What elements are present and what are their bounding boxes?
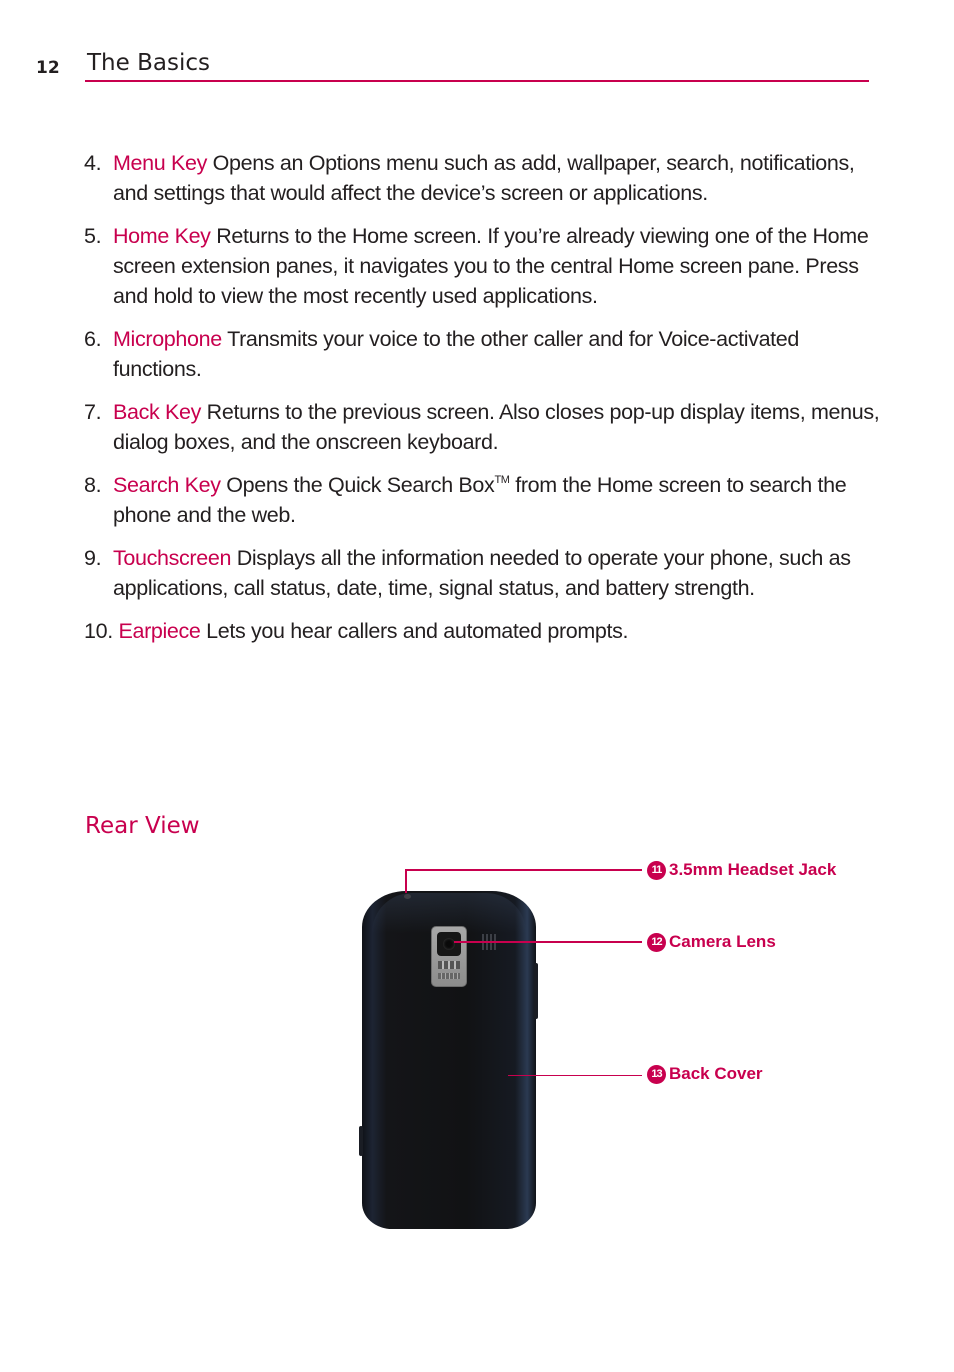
callout-line-camera [454, 941, 642, 943]
list-item-touchscreen: 9. Touchscreen Displays all the informat… [84, 543, 884, 603]
volume-button [534, 963, 538, 1019]
camera-lens-icon [437, 932, 461, 956]
list-item-search-key: 8. Search Key Opens the Quick Search Box… [84, 470, 884, 530]
side-button [359, 1126, 363, 1156]
item-number: 9. [84, 546, 102, 570]
item-description: Lets you hear callers and automated prom… [206, 619, 629, 643]
callout-number-badge: 12 [647, 932, 666, 952]
callout-number-badge: 13 [647, 1064, 666, 1084]
item-number: 8. [84, 473, 102, 497]
item-term: Search Key [113, 473, 221, 497]
page-number: 12 [36, 58, 60, 78]
item-description: Opens an Options menu such as add, wallp… [113, 151, 855, 205]
callout-number-badge: 11 [647, 860, 666, 880]
callout-line-back-cover [508, 1075, 642, 1076]
list-item-menu-key: 4. Menu Key Opens an Options menu such a… [84, 148, 884, 208]
callout-back-cover: 13 Back Cover [647, 1064, 763, 1084]
callout-headset-jack: 11 3.5mm Headset Jack [647, 860, 836, 880]
camera-module [431, 926, 467, 987]
item-description: Returns to the previous screen. Also clo… [113, 400, 880, 454]
item-number: 10. [84, 619, 113, 643]
item-term: Touchscreen [113, 546, 232, 570]
list-item-back-key: 7. Back Key Returns to the previous scre… [84, 397, 884, 457]
callout-label: Camera Lens [669, 932, 776, 951]
section-title: The Basics [87, 50, 210, 76]
callout-line-headset-horizontal [405, 869, 642, 871]
item-description-before: Opens the Quick Search Box [226, 473, 495, 497]
rear-view-heading: Rear View [85, 813, 200, 839]
item-term: Earpiece [118, 619, 201, 643]
item-number: 7. [84, 400, 102, 424]
camera-label [438, 973, 460, 979]
camera-flash [438, 961, 460, 969]
item-description: Returns to the Home screen. If you’re al… [113, 224, 869, 308]
item-number: 6. [84, 327, 102, 351]
list-item-earpiece: 10. Earpiece Lets you hear callers and a… [84, 616, 884, 646]
list-item-microphone: 6. Microphone Transmits your voice to th… [84, 324, 884, 384]
callout-label: Back Cover [669, 1064, 763, 1083]
item-term: Microphone [113, 327, 222, 351]
callout-camera-lens: 12 Camera Lens [647, 932, 776, 952]
key-description-list: 4. Menu Key Opens an Options menu such a… [84, 148, 884, 659]
trademark-mark: TM [494, 474, 510, 486]
header-divider [85, 80, 869, 82]
callout-line-headset-vertical [405, 869, 407, 893]
item-number: 5. [84, 224, 102, 248]
list-item-home-key: 5. Home Key Returns to the Home screen. … [84, 221, 884, 311]
item-term: Back Key [113, 400, 202, 424]
item-number: 4. [84, 151, 102, 175]
item-term: Menu Key [113, 151, 208, 175]
headset-jack [404, 894, 411, 899]
item-term: Home Key [113, 224, 211, 248]
callout-label: 3.5mm Headset Jack [669, 860, 837, 879]
